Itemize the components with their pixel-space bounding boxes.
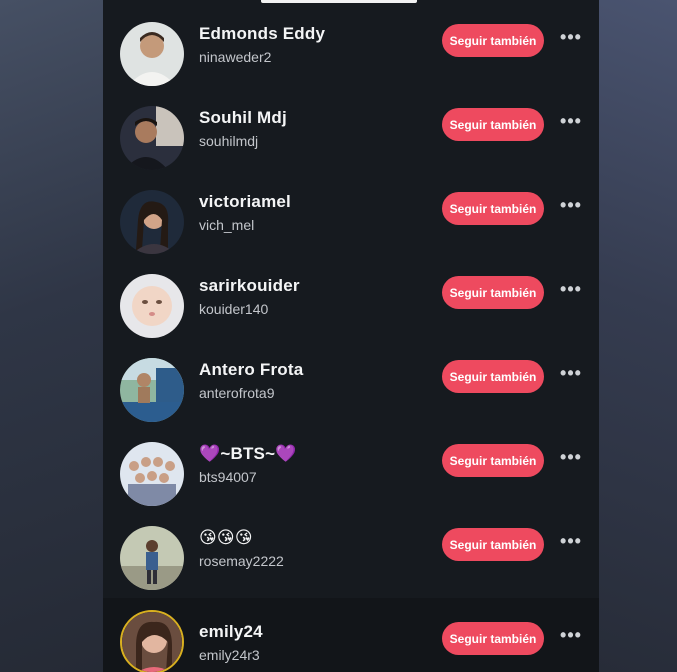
follow-back-button[interactable]: Seguir también <box>442 108 544 141</box>
follow-back-button[interactable]: Seguir también <box>442 24 544 57</box>
user-handle: ninaweder2 <box>199 49 272 65</box>
follow-back-button[interactable]: Seguir también <box>442 622 544 655</box>
user-name: sarirkouider <box>199 276 300 295</box>
user-handle: rosemay2222 <box>199 553 284 569</box>
user-handle: bts94007 <box>199 469 257 485</box>
list-item[interactable]: Souhil Mdj souhilmdj Seguir también ••• <box>103 106 599 190</box>
follow-back-button[interactable]: Seguir también <box>442 444 544 477</box>
user-name: Souhil Mdj <box>199 108 287 127</box>
follow-back-button[interactable]: Seguir también <box>442 360 544 393</box>
avatar[interactable] <box>120 274 184 338</box>
list-item[interactable]: emily24 emily24r3 Seguir también ••• <box>103 598 599 672</box>
avatar[interactable] <box>120 610 184 672</box>
more-options-icon[interactable]: ••• <box>560 626 582 644</box>
user-handle: vich_mel <box>199 217 255 233</box>
list-item[interactable]: victoriamel vich_mel Seguir también ••• <box>103 190 599 274</box>
avatar[interactable] <box>120 106 184 170</box>
follow-back-button[interactable]: Seguir también <box>442 276 544 309</box>
avatar[interactable] <box>120 442 184 506</box>
user-handle: souhilmdj <box>199 133 259 149</box>
backdrop-right <box>599 0 677 672</box>
avatar[interactable] <box>120 526 184 590</box>
list-item[interactable]: Antero Frota anterofrota9 Seguir también… <box>103 358 599 442</box>
more-options-icon[interactable]: ••• <box>560 364 582 382</box>
avatar[interactable] <box>120 358 184 422</box>
user-name: Edmonds Eddy <box>199 24 326 43</box>
more-options-icon[interactable]: ••• <box>560 448 582 466</box>
avatar[interactable] <box>120 22 184 86</box>
user-name: Antero Frota <box>199 360 304 379</box>
more-options-icon[interactable]: ••• <box>560 532 582 550</box>
user-handle: anterofrota9 <box>199 385 275 401</box>
user-name: emily24 <box>199 622 263 641</box>
following-list-screen: Edmonds Eddy ninaweder2 Seguir también •… <box>103 0 599 672</box>
avatar[interactable] <box>120 190 184 254</box>
more-options-icon[interactable]: ••• <box>560 28 582 46</box>
follow-back-button[interactable]: Seguir también <box>442 192 544 225</box>
more-options-icon[interactable]: ••• <box>560 112 582 130</box>
user-handle: emily24r3 <box>199 647 260 663</box>
backdrop-left <box>0 0 103 672</box>
more-options-icon[interactable]: ••• <box>560 280 582 298</box>
user-name: 💜~BTS~💜 <box>199 444 297 463</box>
list-item[interactable]: Edmonds Eddy ninaweder2 Seguir también •… <box>103 22 599 106</box>
follow-back-button[interactable]: Seguir también <box>442 528 544 561</box>
user-handle: kouider140 <box>199 301 269 317</box>
list-item[interactable]: 💜~BTS~💜 bts94007 Seguir también ••• <box>103 442 599 526</box>
user-name: 😘😘😘 <box>199 528 253 547</box>
more-options-icon[interactable]: ••• <box>560 196 582 214</box>
user-name: victoriamel <box>199 192 291 211</box>
list-item[interactable]: sarirkouider kouider140 Seguir también •… <box>103 274 599 358</box>
active-tab-indicator <box>261 0 417 3</box>
